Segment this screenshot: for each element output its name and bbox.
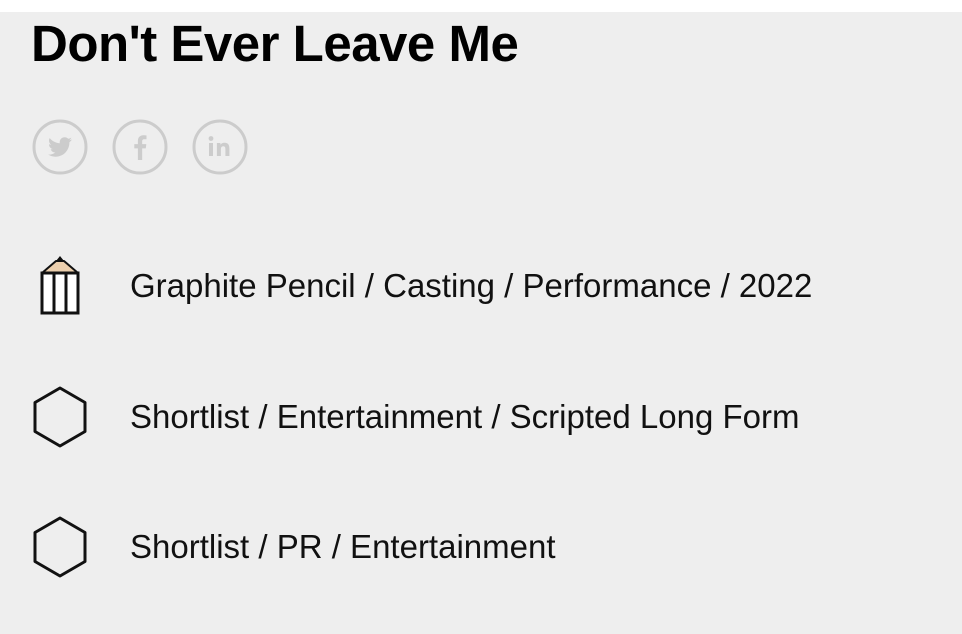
hexagon-outline-icon <box>32 515 88 579</box>
award-item: Shortlist / PR / Entertainment <box>32 515 952 579</box>
hexagon-outline-icon <box>32 385 88 449</box>
linkedin-icon <box>192 119 248 175</box>
twitter-icon <box>32 119 88 175</box>
social-share-bar <box>32 119 248 175</box>
facebook-share-button[interactable] <box>112 119 168 175</box>
facebook-icon <box>112 119 168 175</box>
twitter-share-button[interactable] <box>32 119 88 175</box>
project-panel: Don't Ever Leave Me Graphite Pencil / Ca… <box>0 12 962 634</box>
award-item: Graphite Pencil / Casting / Performance … <box>32 254 952 318</box>
linkedin-share-button[interactable] <box>192 119 248 175</box>
graphite-pencil-icon <box>32 254 88 318</box>
page-title: Don't Ever Leave Me <box>31 15 519 72</box>
award-label: Shortlist / Entertainment / Scripted Lon… <box>130 398 800 435</box>
award-item: Shortlist / Entertainment / Scripted Lon… <box>32 385 952 449</box>
award-label: Shortlist / PR / Entertainment <box>130 528 556 565</box>
award-label: Graphite Pencil / Casting / Performance … <box>130 267 813 304</box>
